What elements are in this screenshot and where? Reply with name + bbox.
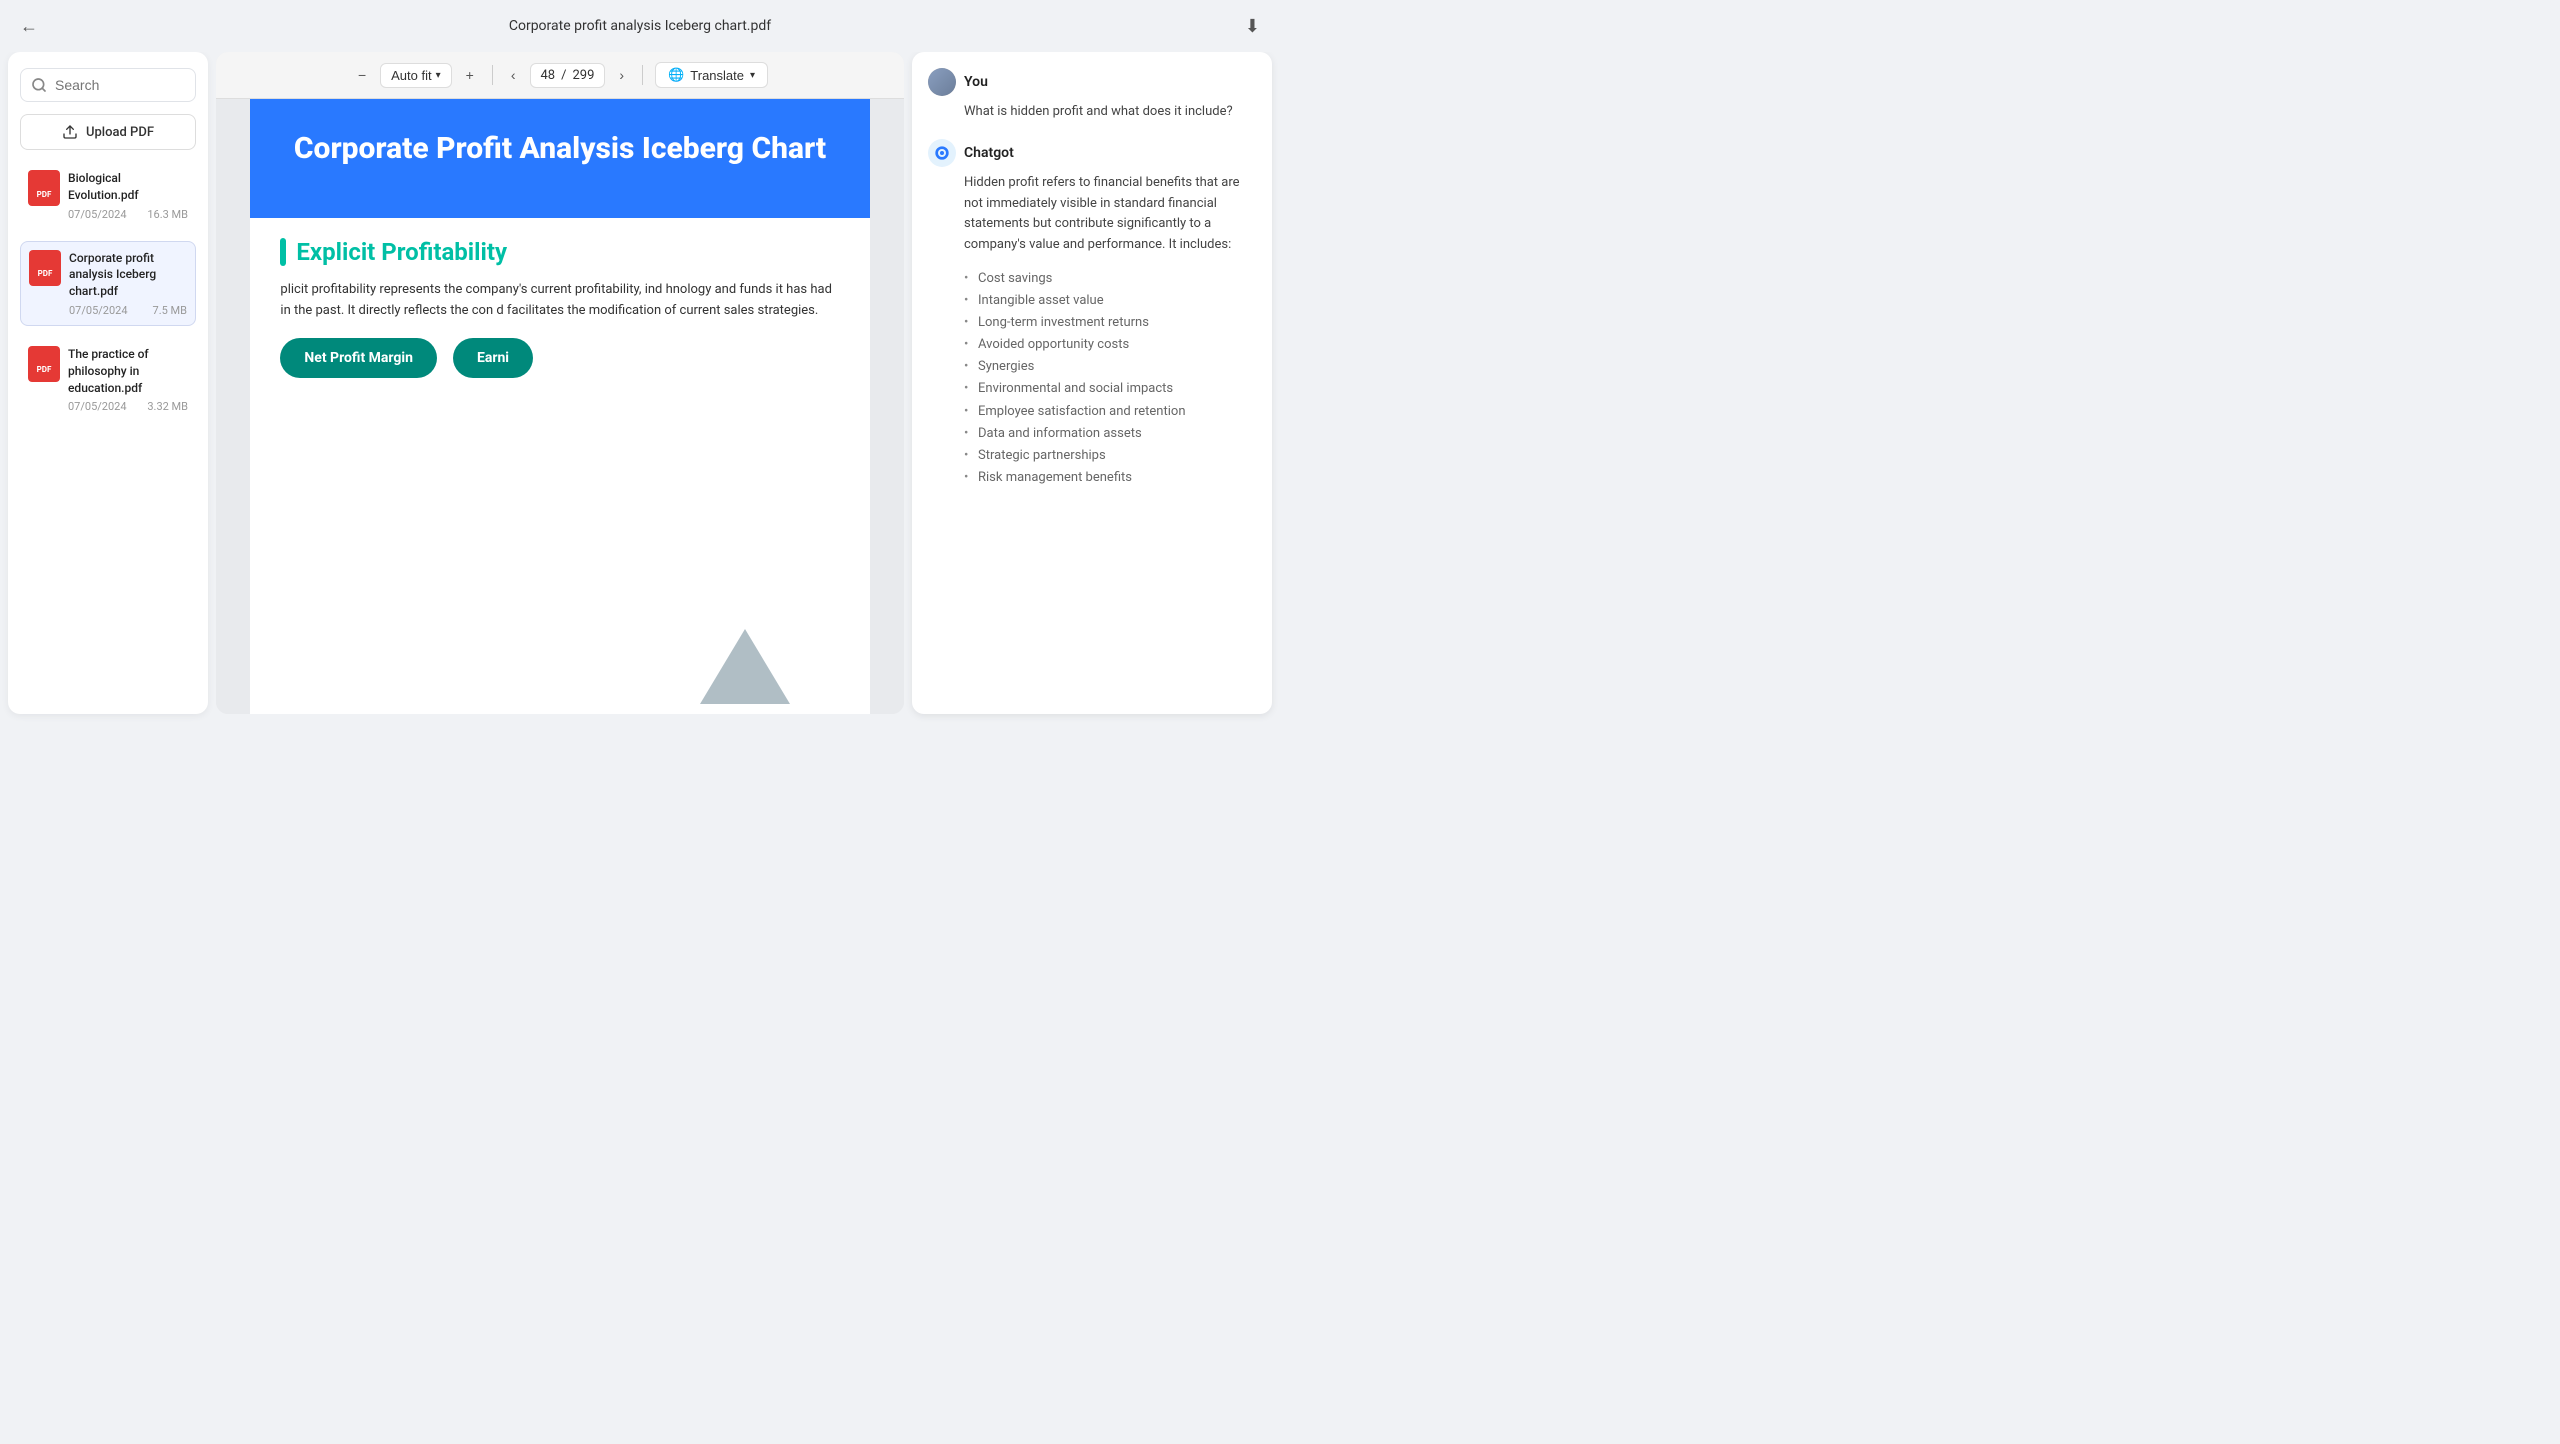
- pdf-file-size: 7.5 MB: [153, 304, 187, 317]
- pdf-content: Corporate Profit Analysis Iceberg Chart …: [216, 99, 904, 714]
- zoom-in-button[interactable]: +: [460, 63, 480, 87]
- user-name: You: [964, 74, 988, 90]
- pdf-file-info: The practice of philosophy in education.…: [68, 346, 188, 413]
- upload-pdf-button[interactable]: Upload PDF: [20, 114, 196, 150]
- upload-icon: [62, 124, 78, 140]
- pdf-file-date: 07/05/2024: [69, 304, 128, 317]
- translate-icon: 🌐: [668, 67, 684, 83]
- pdf-file-item[interactable]: PDF The practice of philosophy in educat…: [20, 338, 196, 421]
- search-icon: [31, 77, 47, 93]
- pdf-explicit-section: Explicit Profitability plicit profitabil…: [250, 218, 869, 398]
- earnings-pill: Earni: [453, 338, 533, 378]
- pdf-file-name: Corporate profit analysis Iceberg chart.…: [69, 250, 187, 300]
- toolbar-divider: [642, 65, 643, 85]
- pdf-header-section: Corporate Profit Analysis Iceberg Chart: [250, 99, 869, 218]
- bullet-item: Synergies: [964, 356, 1256, 378]
- chat-panel: You What is hidden profit and what does …: [912, 52, 1272, 714]
- user-question-text: What is hidden profit and what does it i…: [928, 102, 1256, 123]
- back-button[interactable]: ←: [20, 16, 38, 37]
- pdf-file-date: 07/05/2024: [68, 400, 127, 413]
- user-message-block: You What is hidden profit and what does …: [928, 68, 1256, 123]
- pdf-file-item-active[interactable]: PDF Corporate profit analysis Iceberg ch…: [20, 241, 196, 326]
- bot-bullet-list: Cost savingsIntangible asset valueLong-t…: [928, 268, 1256, 489]
- next-page-button[interactable]: ›: [613, 63, 630, 87]
- bullet-item: Long-term investment returns: [964, 312, 1256, 334]
- pdf-file-info: Biological Evolution.pdf 07/05/2024 16.3…: [68, 170, 188, 221]
- document-title: Corporate profit analysis Iceberg chart.…: [509, 18, 771, 34]
- pdf-file-meta: 07/05/2024 16.3 MB: [68, 208, 188, 221]
- bullet-item: Strategic partnerships: [964, 445, 1256, 467]
- section-title-bar: [280, 238, 286, 266]
- bot-name: Chatgot: [964, 145, 1014, 161]
- bullet-item: Avoided opportunity costs: [964, 334, 1256, 356]
- bullet-item: Employee satisfaction and retention: [964, 401, 1256, 423]
- pdf-file-date: 07/05/2024: [68, 208, 127, 221]
- pdf-file-icon: PDF: [28, 170, 60, 206]
- pdf-file-size: 3.32 MB: [147, 400, 188, 413]
- chat-messages: You What is hidden profit and what does …: [912, 52, 1272, 714]
- triangle-shape: [700, 629, 790, 704]
- bot-message-header: Chatgot: [928, 139, 1256, 167]
- pill-container: Net Profit Margin Earni: [280, 338, 839, 378]
- pdf-file-icon: PDF: [28, 346, 60, 382]
- translate-button[interactable]: 🌐 Translate ▾: [655, 62, 768, 88]
- pdf-file-meta: 07/05/2024 3.32 MB: [68, 400, 188, 413]
- bot-message-block: Chatgot Hidden profit refers to financia…: [928, 139, 1256, 489]
- top-bar: ← Corporate profit analysis Iceberg char…: [0, 0, 1280, 52]
- sidebar: Upload PDF PDF Biological Evolution.pdf …: [8, 52, 208, 714]
- pdf-file-item[interactable]: PDF Biological Evolution.pdf 07/05/2024 …: [20, 162, 196, 229]
- search-bar[interactable]: [20, 68, 196, 102]
- chatgot-avatar: [928, 139, 956, 167]
- toolbar-divider: [492, 65, 493, 85]
- bullet-item: Data and information assets: [964, 423, 1256, 445]
- bullet-item: Cost savings: [964, 268, 1256, 290]
- bullet-item: Environmental and social impacts: [964, 378, 1256, 400]
- prev-page-button[interactable]: ‹: [505, 63, 522, 87]
- search-input[interactable]: [55, 77, 185, 93]
- page-indicator: 48 / 299: [530, 63, 606, 88]
- section-body-text: plicit profitability represents the comp…: [280, 280, 839, 322]
- zoom-out-button[interactable]: −: [352, 63, 372, 87]
- pdf-file-meta: 07/05/2024 7.5 MB: [69, 304, 187, 317]
- user-avatar: [928, 68, 956, 96]
- pdf-file-info: Corporate profit analysis Iceberg chart.…: [69, 250, 187, 317]
- user-message-header: You: [928, 68, 1256, 96]
- pdf-file-size: 16.3 MB: [147, 208, 188, 221]
- net-profit-margin-pill: Net Profit Margin: [280, 338, 437, 378]
- bullet-item: Risk management benefits: [964, 467, 1256, 489]
- bullet-item: Intangible asset value: [964, 290, 1256, 312]
- download-button[interactable]: ⬇: [1245, 16, 1260, 37]
- pdf-file-icon: PDF: [29, 250, 61, 286]
- iceberg-visual: [700, 629, 790, 704]
- section-title: Explicit Profitability: [280, 238, 839, 266]
- auto-fit-button[interactable]: Auto fit ▾: [380, 63, 452, 88]
- bot-intro-text: Hidden profit refers to financial benefi…: [928, 173, 1256, 256]
- pdf-file-name: Biological Evolution.pdf: [68, 170, 188, 204]
- pdf-file-name: The practice of philosophy in education.…: [68, 346, 188, 396]
- chatgot-icon: [934, 145, 950, 161]
- main-container: Upload PDF PDF Biological Evolution.pdf …: [0, 52, 1280, 722]
- pdf-viewer: − Auto fit ▾ + ‹ 48 / 299 › 🌐 Translate …: [216, 52, 904, 714]
- pdf-page: Corporate Profit Analysis Iceberg Chart …: [250, 99, 869, 714]
- pdf-toolbar: − Auto fit ▾ + ‹ 48 / 299 › 🌐 Translate …: [216, 52, 904, 99]
- pdf-main-title: Corporate Profit Analysis Iceberg Chart: [290, 129, 829, 168]
